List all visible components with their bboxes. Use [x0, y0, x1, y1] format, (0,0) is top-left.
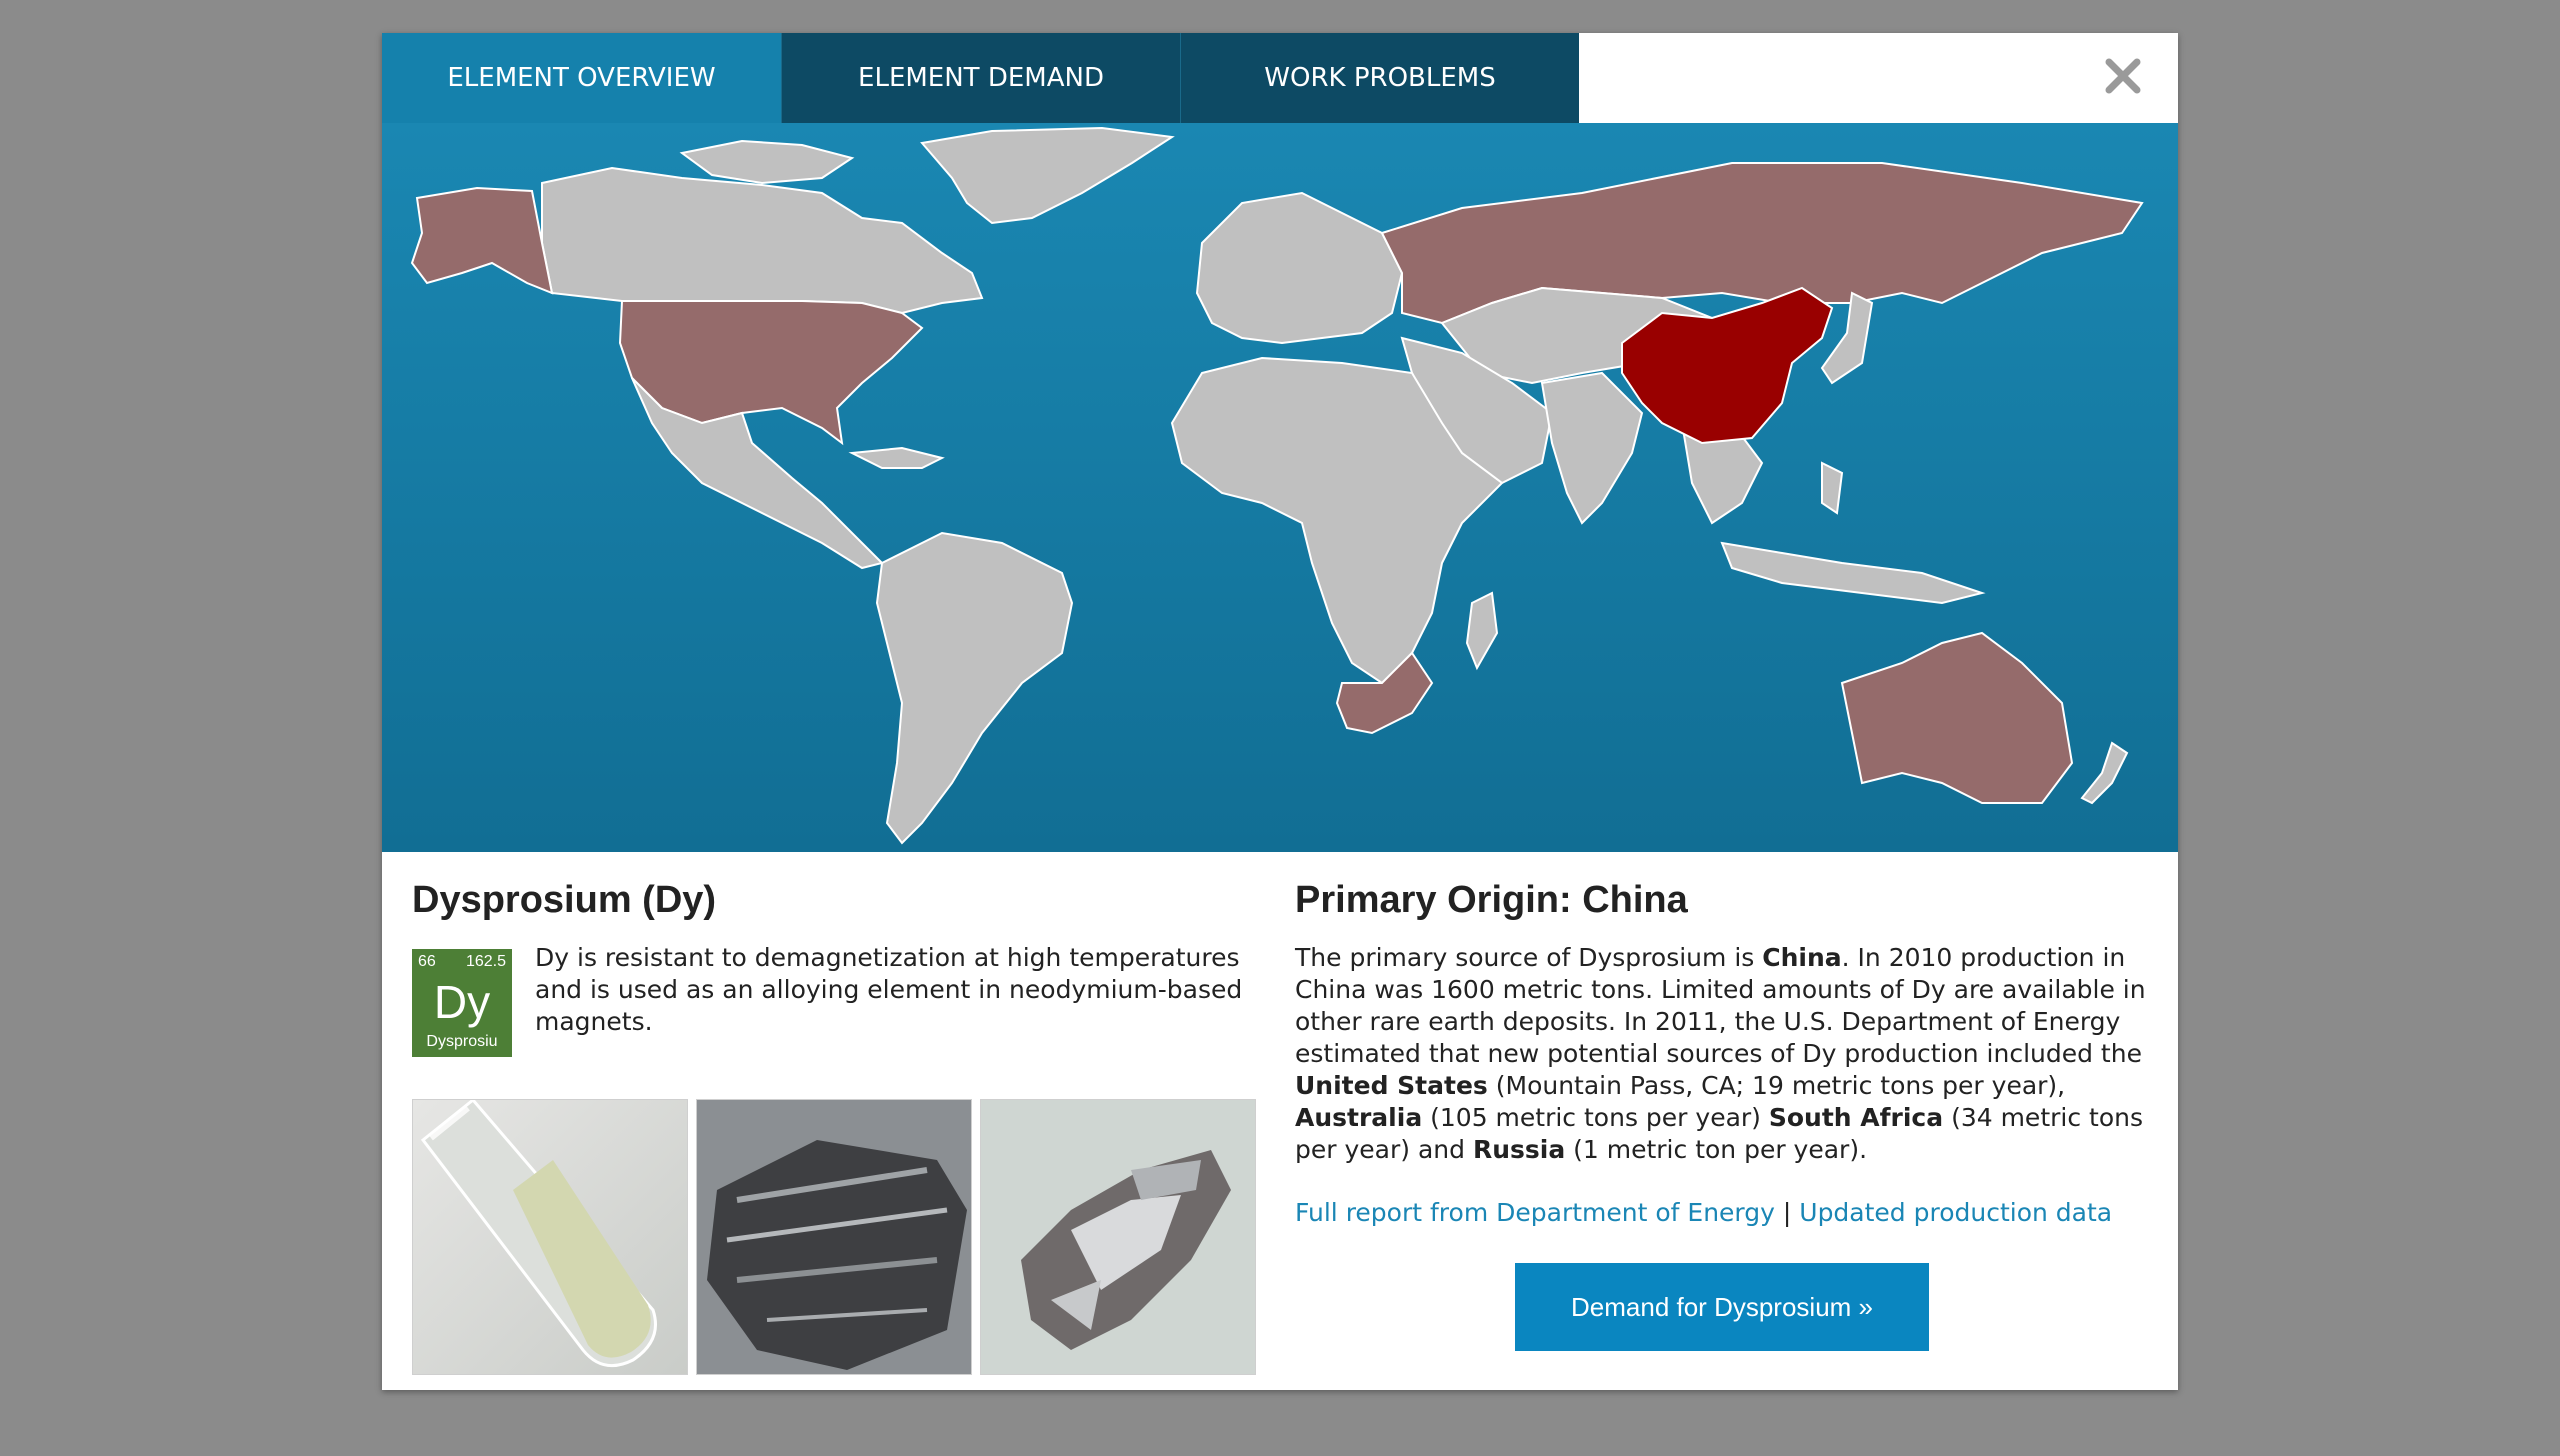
atomic-number: 66: [418, 953, 436, 970]
bold-united-states: United States: [1295, 1071, 1488, 1100]
bold-south-africa: South Africa: [1768, 1103, 1944, 1132]
bold-russia: Russia: [1472, 1135, 1566, 1164]
photo-metal-crystal: [980, 1099, 1256, 1375]
origin-heading: Primary Origin: China: [1295, 879, 1688, 921]
text-segment: The primary source of Dysprosium is: [1295, 943, 1763, 972]
map-caribbean: [848, 446, 945, 469]
world-map: [382, 123, 2178, 852]
map-madagascar: [1465, 591, 1499, 671]
doe-report-link[interactable]: Full report from Department of Energy: [1295, 1198, 1775, 1227]
demand-button[interactable]: Demand for Dysprosium »: [1515, 1263, 1929, 1351]
bold-china: China: [1762, 943, 1842, 972]
tab-bar: ELEMENT OVERVIEW ELEMENT DEMAND WORK PRO…: [382, 33, 2178, 123]
atomic-mass: 162.5: [465, 953, 506, 970]
map-south-america: [875, 531, 1074, 845]
bold-australia: Australia: [1295, 1103, 1423, 1132]
origin-section: Primary Origin: China The primary source…: [1295, 876, 2148, 1351]
map-indonesia: [1720, 541, 1986, 605]
photo-metal-flakes: [696, 1099, 972, 1375]
photo-test-tube: [412, 1099, 688, 1375]
map-canada: [541, 166, 984, 315]
map-europe: [1195, 191, 1404, 345]
text-segment: (105 metric tons per year): [1422, 1103, 1769, 1132]
element-title: Dysprosium (Dy): [412, 879, 717, 921]
production-data-link[interactable]: Updated production data: [1799, 1198, 2112, 1227]
origin-paragraph: The primary source of Dysprosium is Chin…: [1295, 942, 2148, 1166]
map-new-zealand: [2080, 741, 2129, 805]
report-links: Full report from Department of Energy | …: [1295, 1198, 2148, 1227]
element-description: Dy is resistant to demagnetization at hi…: [535, 943, 1243, 1036]
tab-work-problems[interactable]: WORK PROBLEMS: [1180, 33, 1579, 123]
map-india: [1540, 371, 1644, 525]
map-arctic-islands: [679, 139, 855, 185]
map-greenland: [920, 126, 1175, 225]
tab-element-demand[interactable]: ELEMENT DEMAND: [781, 33, 1180, 123]
map-australia[interactable]: [1840, 631, 2074, 804]
tab-element-overview[interactable]: ELEMENT OVERVIEW: [382, 33, 781, 123]
element-name: Dysprosiu: [426, 1033, 498, 1050]
element-section: Dysprosium (Dy) 66 162.5 Dy Dysprosiu Dy…: [412, 876, 1256, 1375]
element-photos: [412, 1099, 1256, 1375]
element-modal: ELEMENT OVERVIEW ELEMENT DEMAND WORK PRO…: [382, 33, 2178, 1390]
close-x-icon: [2105, 58, 2141, 94]
close-button[interactable]: [2098, 51, 2148, 101]
link-separator: |: [1782, 1198, 1792, 1227]
element-symbol: Dy: [433, 976, 491, 1028]
text-segment: (Mountain Pass, CA; 19 metric tons per y…: [1487, 1071, 2066, 1100]
map-alaska[interactable]: [410, 186, 554, 295]
map-russia[interactable]: [1380, 162, 2144, 325]
element-tile: 66 162.5 Dy Dysprosiu: [412, 949, 512, 1057]
text-segment: (1 metric ton per year).: [1565, 1135, 1868, 1164]
map-philippines: [1821, 461, 1844, 515]
